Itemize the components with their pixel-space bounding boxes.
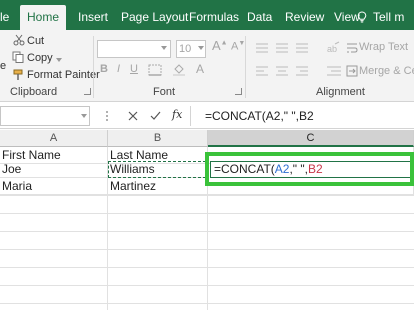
font-name-select[interactable] [97,40,171,58]
paste-button-label[interactable]: e [0,60,6,72]
font-size-value: 10 [179,43,192,55]
tab-page-layout[interactable]: Page Layout [121,5,188,30]
copy-marquee [108,161,206,178]
formula-bar: fx =CONCAT(A2," ",B2 [0,103,414,129]
chevron-down-icon [81,114,87,118]
chevron-down-icon [198,46,204,50]
svg-text:ab: ab [327,44,337,54]
gridline [0,195,414,196]
font-color-icon[interactable]: A [196,62,204,76]
gridline [0,267,414,268]
decrease-font-size-icon[interactable]: A▼ [231,40,245,53]
column-header-b[interactable]: B [108,130,208,147]
cell-b3[interactable]: Martinez [108,178,208,195]
cancel-icon[interactable] [128,111,138,121]
horizontal-align-icons[interactable] [254,65,324,77]
alignment-group-label: Alignment [316,86,365,98]
gridline [0,285,414,286]
merge-center-icon [346,65,358,77]
insert-function-button[interactable]: fx [172,108,182,121]
bold-icon[interactable]: B [100,63,108,75]
copy-dropdown-arrow-icon[interactable] [56,58,62,62]
column-header-c[interactable]: C [208,130,414,147]
indent-icons[interactable] [326,65,342,77]
scissors-icon [13,34,25,46]
font-dialog-launcher-icon[interactable] [235,88,242,95]
gridline [0,231,414,232]
gridline [0,303,414,304]
tab-file[interactable]: le [0,5,9,30]
italic-icon[interactable]: I [117,63,120,75]
formula-text: =CONCAT(A2," ",B2 [205,109,314,123]
copy-icon [12,51,24,63]
font-size-select[interactable]: 10 [176,40,206,58]
format-painter-icon [13,69,23,80]
lightbulb-icon [357,11,367,23]
more-options-icon [106,111,108,121]
enter-check-icon[interactable] [150,111,161,121]
ribbon-home: e Cut Copy Format Painter Clipboard 10 A… [0,30,414,102]
formula-input[interactable]: =CONCAT(A2," ",B2 [190,106,414,126]
borders-icon[interactable] [148,64,162,76]
tab-insert[interactable]: Insert [78,5,108,30]
gridline [0,213,414,214]
tab-home[interactable]: Home [20,5,66,30]
tab-data[interactable]: Data [247,5,272,30]
vertical-align-icons[interactable] [254,42,324,54]
ribbon-tab-bar: le Home Insert Page Layout Formulas Data… [0,0,414,30]
font-group-label: Font [153,86,176,98]
gridline [0,249,414,250]
column-header-a[interactable]: A [0,130,108,147]
tab-formulas[interactable]: Formulas [189,5,239,30]
chevron-down-icon [161,46,167,50]
clipboard-group-label: Clipboard [10,86,58,98]
merge-center-button[interactable]: Merge & Cent [359,65,414,77]
copy-button[interactable]: Copy [27,52,53,64]
tab-tell-me[interactable]: Tell m [373,5,404,30]
tab-review[interactable]: Review [285,5,324,30]
cut-button[interactable]: Cut [27,35,44,47]
highlight-frame [205,152,414,186]
cell-a3[interactable]: Maria [0,178,108,195]
cell-a2[interactable]: Joe [0,161,108,178]
increase-font-size-icon[interactable]: A▲ [212,38,228,53]
name-box[interactable] [0,106,90,126]
underline-icon[interactable]: U [130,63,138,75]
fill-color-icon[interactable] [172,63,186,76]
tab-view[interactable]: View [334,5,360,30]
orientation-icon[interactable]: ab [326,41,340,54]
ribbon-separator [245,36,246,98]
wrap-text-button[interactable]: Wrap Text [359,41,408,53]
clipboard-dialog-launcher-icon[interactable] [84,88,91,95]
wrap-text-icon [347,43,358,53]
ribbon-separator [93,36,94,98]
format-painter-button[interactable]: Format Painter [27,69,100,81]
